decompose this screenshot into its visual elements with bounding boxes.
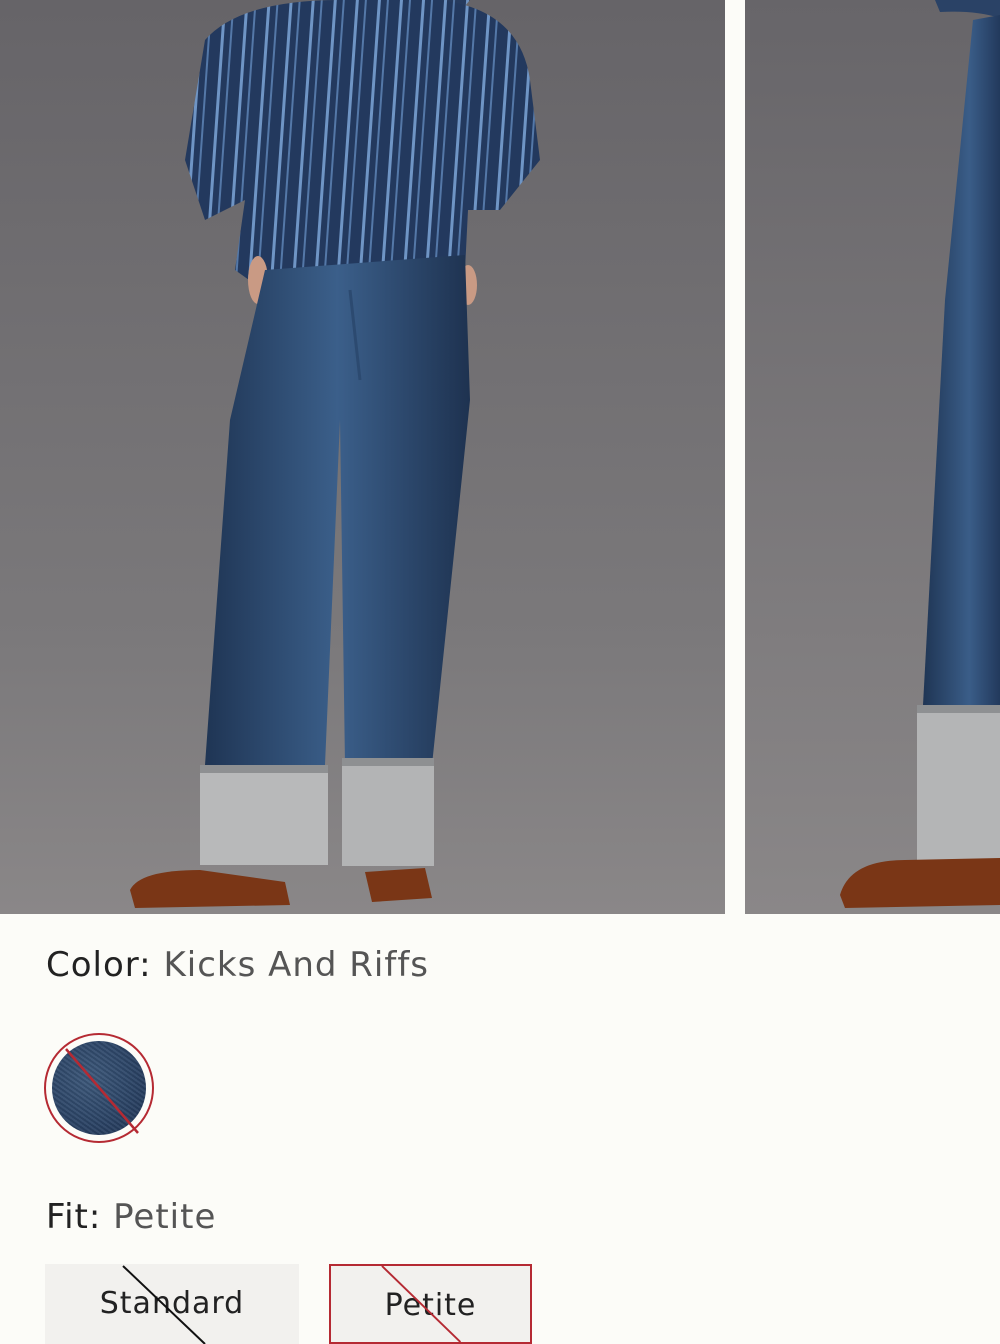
- denim-swatch-image: [52, 1041, 146, 1135]
- fit-option-petite[interactable]: Petite: [329, 1264, 532, 1344]
- color-swatch-kicks-and-riffs[interactable]: [44, 1033, 154, 1143]
- product-image-gallery[interactable]: [0, 0, 1000, 914]
- fit-value: Petite: [113, 1197, 217, 1237]
- model-front-illustration: [0, 0, 725, 914]
- product-photo-secondary[interactable]: [745, 0, 1000, 914]
- fit-option-label: Standard: [99, 1286, 245, 1321]
- color-selection-summary: Color: Kicks And Riffs: [46, 945, 429, 985]
- color-value: Kicks And Riffs: [163, 945, 430, 985]
- fit-option-label: Petite: [384, 1288, 477, 1323]
- color-label: Color:: [46, 945, 152, 985]
- product-photo-main[interactable]: [0, 0, 725, 914]
- fit-selection-summary: Fit: Petite: [46, 1197, 216, 1237]
- model-side-illustration: [745, 0, 1000, 914]
- fit-label: Fit:: [46, 1197, 102, 1237]
- fit-option-standard[interactable]: Standard: [45, 1264, 299, 1344]
